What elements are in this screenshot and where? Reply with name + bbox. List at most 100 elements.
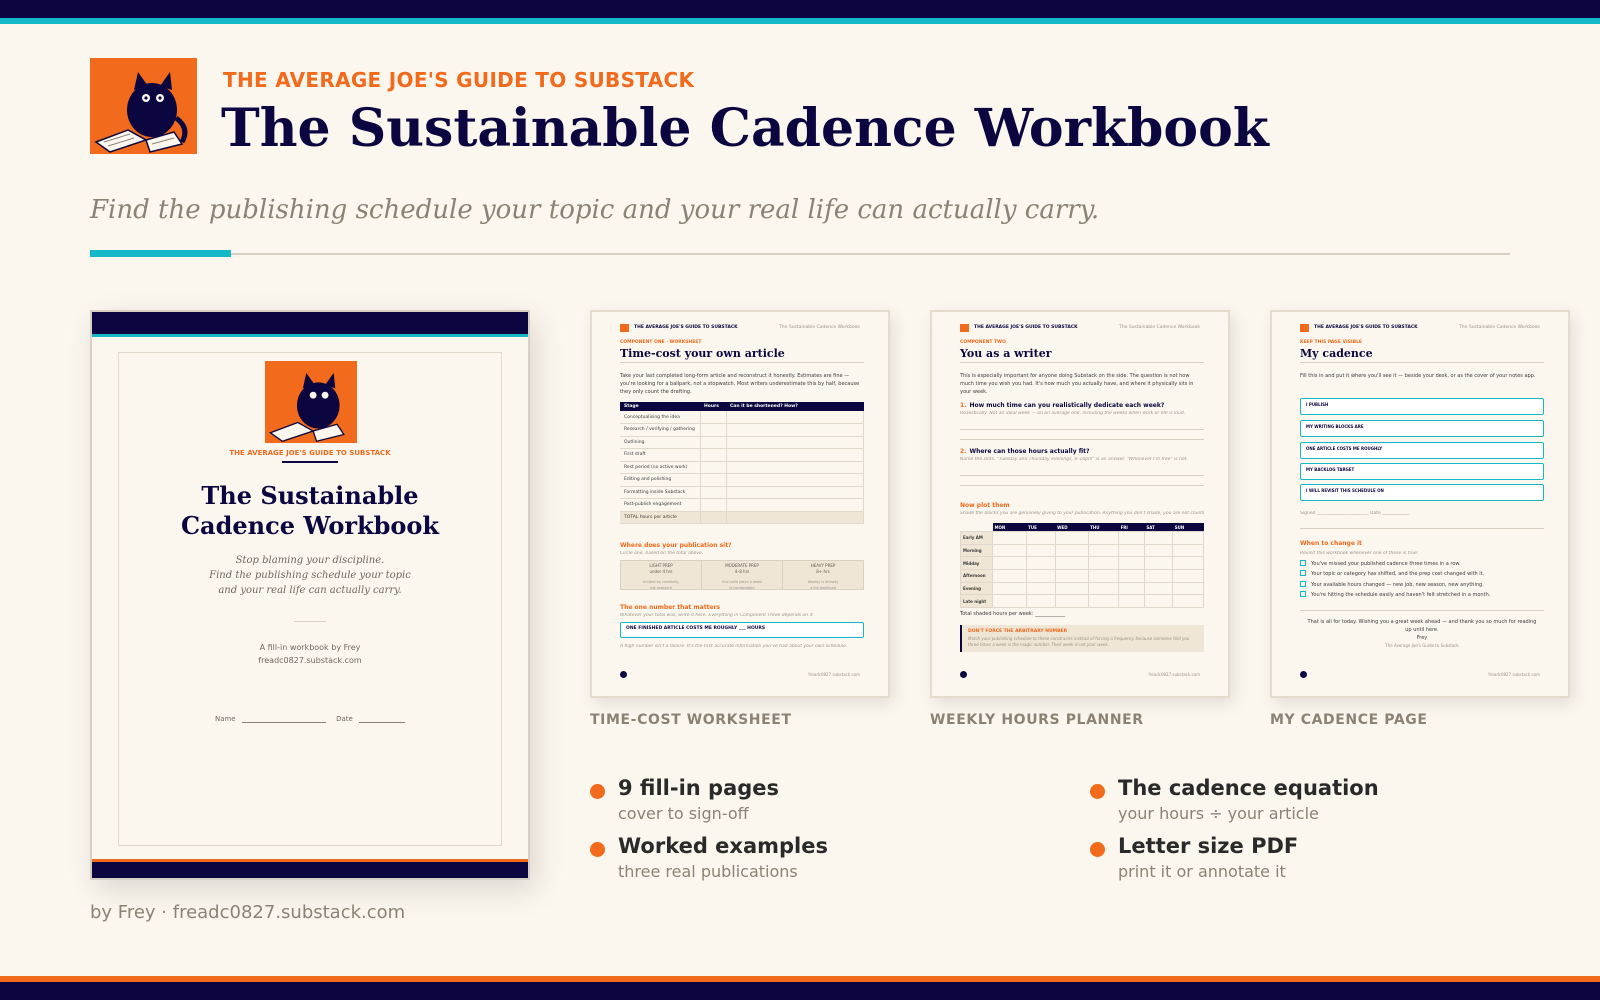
cadence-field-box: MY WRITING BLOCKS ARE [1300,420,1544,437]
sign-off-author: Frey [1416,635,1428,641]
weekly-grid: MON TUE WED THU FRI SAT SUN Early AM Mor… [960,523,1204,609]
table-cell: Research / verifying / gathering [620,423,701,437]
checklist-text: Your available hours changed — new job, … [1311,582,1484,588]
answer-line [960,429,1204,430]
table-cell: TOTAL hours per article [620,510,701,524]
top-accent-stripe [0,18,1600,24]
grid-row: Midday [960,556,1204,571]
workbook-cover: THE AVERAGE JOE'S GUIDE TO SUBSTACK The … [90,310,530,880]
prep-note: is comfortable [729,586,755,590]
question-text: Where can those hours actually fit? [969,448,1090,455]
divider-line [1300,528,1544,529]
orange-dot-icon [590,842,605,857]
page-preview-weekly: THE AVERAGE JOE'S GUIDE TO SUBSTACK The … [930,310,1230,698]
footnote: A high number isn't a failure. It's the … [620,644,848,649]
feature-title: 9 fill-in pages [618,776,780,800]
question-number: 1. [960,402,967,409]
day-header: FRI [1118,523,1145,532]
day-header: WED [1055,523,1089,532]
article-cost-box: ONE FINISHED ARTICLE COSTS ME ROUGHLY __… [620,622,864,638]
author-byline: by Frey · freadc0827.substack.com [90,902,406,923]
page-number-dot [1300,671,1307,678]
checklist-text: You've missed your published cadence thr… [1311,561,1461,567]
page-brand: THE AVERAGE JOE'S GUIDE TO SUBSTACK [634,325,738,330]
prep-level-options: LIGHT PREP under 4 hrs Limited by creati… [620,560,864,590]
page-label-timecost: TIME-COST WORKSHEET [590,712,792,728]
page-brand: THE AVERAGE JOE'S GUIDE TO SUBSTACK [974,325,1078,330]
page-brand-right: The Sustainable Cadence Workbook [1459,325,1540,330]
page-preview-timecost: THE AVERAGE JOE'S GUIDE TO SUBSTACK The … [590,310,890,698]
page-body: This is especially important for anyone … [960,373,1194,395]
prep-note: a full workload [810,586,836,590]
total-hours-line: Total shaded hours per week: ___________… [960,611,1066,617]
day-header: MON [992,523,1027,532]
question-text: How much time can you realistically dedi… [969,402,1165,409]
day-header: THU [1088,523,1119,532]
page-heading: You as a writer [960,347,1052,360]
cover-date-line [359,715,406,723]
prep-range: 8+ hrs [816,569,830,574]
page-brand: THE AVERAGE JOE'S GUIDE TO SUBSTACK [1314,325,1418,330]
page-kicker: KEEP THIS PAGE VISIBLE [1300,340,1362,345]
day-header: SUN [1172,523,1204,532]
feature-subtitle: your hours ÷ your article [1118,804,1319,823]
question-1: 1. How much time can you realistically de… [960,402,1164,409]
table-row: Conceptualising the idea [620,411,864,424]
page-body: Fill this in and put it where you'll see… [1300,373,1536,379]
sign-off-publication: The Average Joe's Guide to Substack [1385,643,1459,648]
slot-label: Afternoon [960,569,993,583]
page-brand-right: The Sustainable Cadence Workbook [779,325,860,330]
sign-off-line: up until here. [1405,627,1439,633]
table-row: Rest period (no active work) [620,461,864,474]
table-cell: Editing and polishing [620,473,701,487]
table-total-row: TOTAL hours per article [620,510,864,524]
page-kicker: COMPONENT TWO [960,340,1006,345]
page-subtitle: Find the publishing schedule your topic … [90,195,1100,225]
orange-dot-icon [1090,784,1105,799]
page-logo-icon [1300,324,1309,332]
feature-subtitle: cover to sign-off [618,804,749,823]
cover-name-line [241,715,326,723]
section-heading: Now plot them [960,502,1010,509]
cadence-field-box: MY BACKLOG TARGET [1300,463,1544,480]
checklist-text: Your topic or category has shifted, and … [1311,571,1485,577]
sign-off: That is all for today. Wishing you a gre… [1300,618,1544,650]
signed-line: Signed _______________________ Date ____… [1300,511,1410,516]
slot-label: Early AM [960,531,993,545]
cadence-field-box: ONE ARTICLE COSTS ME ROUGHLY [1300,442,1544,459]
cover-title: The Sustainable Cadence Workbook [119,481,501,541]
page-title: The Sustainable Cadence Workbook [221,98,1269,159]
header-divider-accent [90,250,231,257]
cadence-field-box: I WILL REVISIT THIS SCHEDULE ON [1300,484,1544,501]
feature-title: Worked examples [618,834,828,858]
table-header: Hours [700,402,726,411]
question-note: Name the slots. "Tuesday and Thursday ev… [960,457,1188,462]
page-heading-rule [620,362,864,363]
table-row: Editing and polishing [620,473,864,487]
section-heading: When to change it [1300,540,1362,547]
page-kicker: COMPONENT ONE · WORKSHEET [620,340,702,345]
cadence-field-box: I PUBLISH [1300,398,1544,415]
header-kicker: THE AVERAGE JOE'S GUIDE TO SUBSTACK [223,68,695,92]
prep-option: MODERATE PREP 4–8 hrs One solid piece a … [702,561,783,590]
grid-row: Late night [960,594,1204,609]
cover-top-bar [92,312,528,334]
table-header-row: Stage Hours Can it be shortened? How? [620,402,864,411]
section-heading: Where does your publication sit? [620,542,732,549]
top-bar [0,0,1600,18]
grid-row: Evening [960,581,1204,596]
slot-label: Morning [960,543,993,558]
prep-range: under 4 hrs [649,569,673,574]
page-number-dot [620,671,627,678]
prep-option: HEAVY PREP 8+ hrs Weekly is already a fu… [783,561,863,590]
cover-top-accent [92,334,528,337]
table-cell: First draft [620,448,701,462]
slot-label: Evening [960,581,993,596]
answer-line [960,439,1204,440]
table-row: Outlining [620,436,864,449]
section-note: Circle one, based on the total above. [620,551,704,556]
page-label-cadence: MY CADENCE PAGE [1270,712,1428,728]
page-footer-url: freadc0827.substack.com [808,672,860,677]
prep-range: 4–8 hrs [734,569,750,574]
callout-heading: DON'T FORCE THE ARBITRARY NUMBER [968,629,1068,634]
